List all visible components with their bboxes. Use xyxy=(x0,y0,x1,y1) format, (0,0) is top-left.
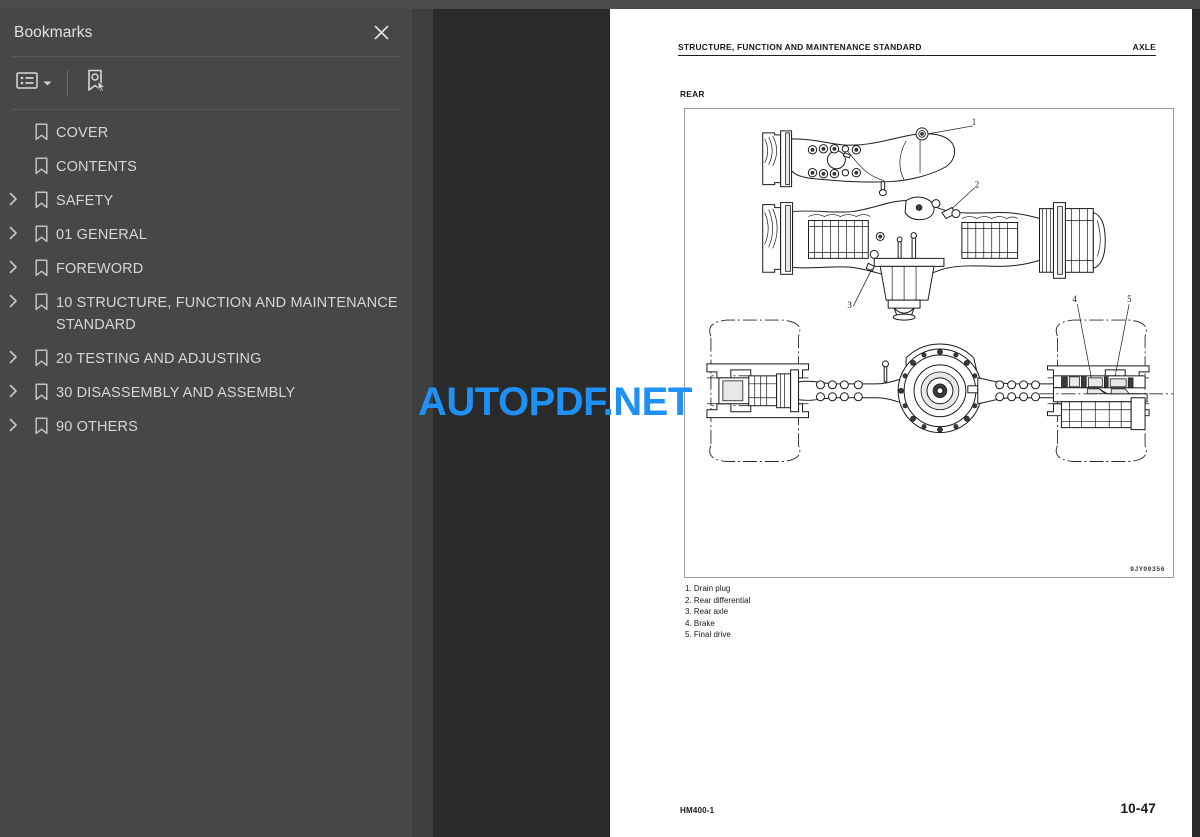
chevron-right-icon[interactable] xyxy=(0,224,26,240)
chevron-right-icon[interactable] xyxy=(0,258,26,274)
bookmark-icon xyxy=(26,190,56,209)
bookmark-item[interactable]: 20 TESTING AND ADJUSTING xyxy=(0,342,412,376)
bookmark-item-label: FOREWORD xyxy=(56,261,144,277)
bookmark-icon xyxy=(26,348,56,367)
bookmarks-toolbar xyxy=(0,57,412,109)
close-icon[interactable] xyxy=(370,22,392,44)
document-page: STRUCTURE, FUNCTION AND MAINTENANCE STAN… xyxy=(610,9,1192,837)
legend-item: 3. Rear axle xyxy=(685,607,729,617)
bookmark-item[interactable]: 30 DISASSEMBLY AND ASSEMBLY xyxy=(0,376,412,410)
bookmark-icon xyxy=(26,292,56,311)
new-bookmark-icon xyxy=(85,69,108,98)
bookmark-item[interactable]: 90 OTHERS xyxy=(0,410,412,444)
figure-legend: 1. Drain plug 2. Rear differential 3. Rear… xyxy=(685,583,750,641)
bookmarks-header: Bookmarks xyxy=(0,9,412,56)
bookmark-item[interactable]: CONTENTS xyxy=(0,150,412,184)
section-heading: REAR xyxy=(680,89,705,99)
page-running-header: STRUCTURE, FUNCTION AND MAINTENANCE STAN… xyxy=(678,42,1156,56)
figure-reference-code: 9JY00356 xyxy=(1130,566,1165,573)
bookmark-item[interactable]: COVER xyxy=(0,116,412,150)
bookmarks-panel-title: Bookmarks xyxy=(14,23,93,41)
new-bookmark-button[interactable] xyxy=(81,68,112,98)
bookmark-icon xyxy=(26,156,56,175)
bookmark-item-label: 30 DISASSEMBLY AND ASSEMBLY xyxy=(56,385,296,401)
bookmark-item[interactable]: 10 STRUCTURE, FUNCTION AND MAINTENANCE S… xyxy=(0,286,412,342)
bookmark-item-label: SAFETY xyxy=(56,193,114,209)
legend-item: 1. Drain plug xyxy=(685,584,731,593)
bookmark-icon xyxy=(26,224,56,243)
chevron-right-icon[interactable] xyxy=(0,348,26,364)
bookmark-icon xyxy=(26,258,56,277)
bookmark-item-label: 90 OTHERS xyxy=(56,419,138,435)
bookmark-icon xyxy=(26,122,56,141)
list-options-icon xyxy=(16,72,38,94)
legend-item: 2. Rear differential xyxy=(685,595,751,605)
bookmark-icon xyxy=(26,416,56,435)
chevron-down-icon xyxy=(43,74,52,92)
legend-item: 4. Brake xyxy=(685,618,715,628)
bookmark-item-label: 20 TESTING AND ADJUSTING xyxy=(56,351,262,367)
callout-5: 5 xyxy=(1127,294,1132,304)
footer-page-number: 10-47 xyxy=(1120,801,1156,816)
callout-3: 3 xyxy=(847,300,852,310)
bookmark-options-button[interactable] xyxy=(12,68,56,98)
page-footer: HM400-1 10-47 xyxy=(680,801,1156,816)
legend-item: 5. Final drive xyxy=(685,630,731,640)
bookmark-item[interactable]: FOREWORD xyxy=(0,252,412,286)
header-title-left: STRUCTURE, FUNCTION AND MAINTENANCE STAN… xyxy=(678,42,922,52)
callout-4: 4 xyxy=(1072,294,1077,304)
callout-1: 1 xyxy=(972,117,976,127)
chevron-right-icon[interactable] xyxy=(0,416,26,432)
footer-model: HM400-1 xyxy=(680,806,715,815)
header-title-right: AXLE xyxy=(1132,42,1156,52)
bookmark-item-label: CONTENTS xyxy=(56,159,137,175)
chevron-right-icon[interactable] xyxy=(0,190,26,206)
bookmarks-tree: COVER CONTENTS SAFETY 01 GENERAL FOREWORD 10 … xyxy=(0,110,412,444)
pdf-viewer-window: Bookmarks COVER CONTENTS SAFETY 01 GENER… xyxy=(0,0,1200,837)
bookmarks-sidebar: Bookmarks COVER CONTENTS SAFETY 01 GENER… xyxy=(0,9,412,837)
viewer-toolbar-strip xyxy=(0,0,1200,9)
sidebar-resize-gutter[interactable] xyxy=(412,9,433,837)
bookmark-item-label: COVER xyxy=(56,125,109,141)
bookmark-item[interactable]: SAFETY xyxy=(0,184,412,218)
toolbar-separator xyxy=(67,70,68,96)
callout-2: 2 xyxy=(975,180,979,190)
chevron-right-icon[interactable] xyxy=(0,292,26,308)
bookmark-item-label: 10 STRUCTURE, FUNCTION AND MAINTENANCE S… xyxy=(56,295,398,333)
bookmark-item-label: 01 GENERAL xyxy=(56,227,147,243)
chevron-right-icon[interactable] xyxy=(0,382,26,398)
bookmark-icon xyxy=(26,382,56,401)
bookmark-item[interactable]: 01 GENERAL xyxy=(0,218,412,252)
rear-axle-figure: .ln { fill:none; stroke:#1b1b1b; stroke-… xyxy=(684,108,1174,578)
